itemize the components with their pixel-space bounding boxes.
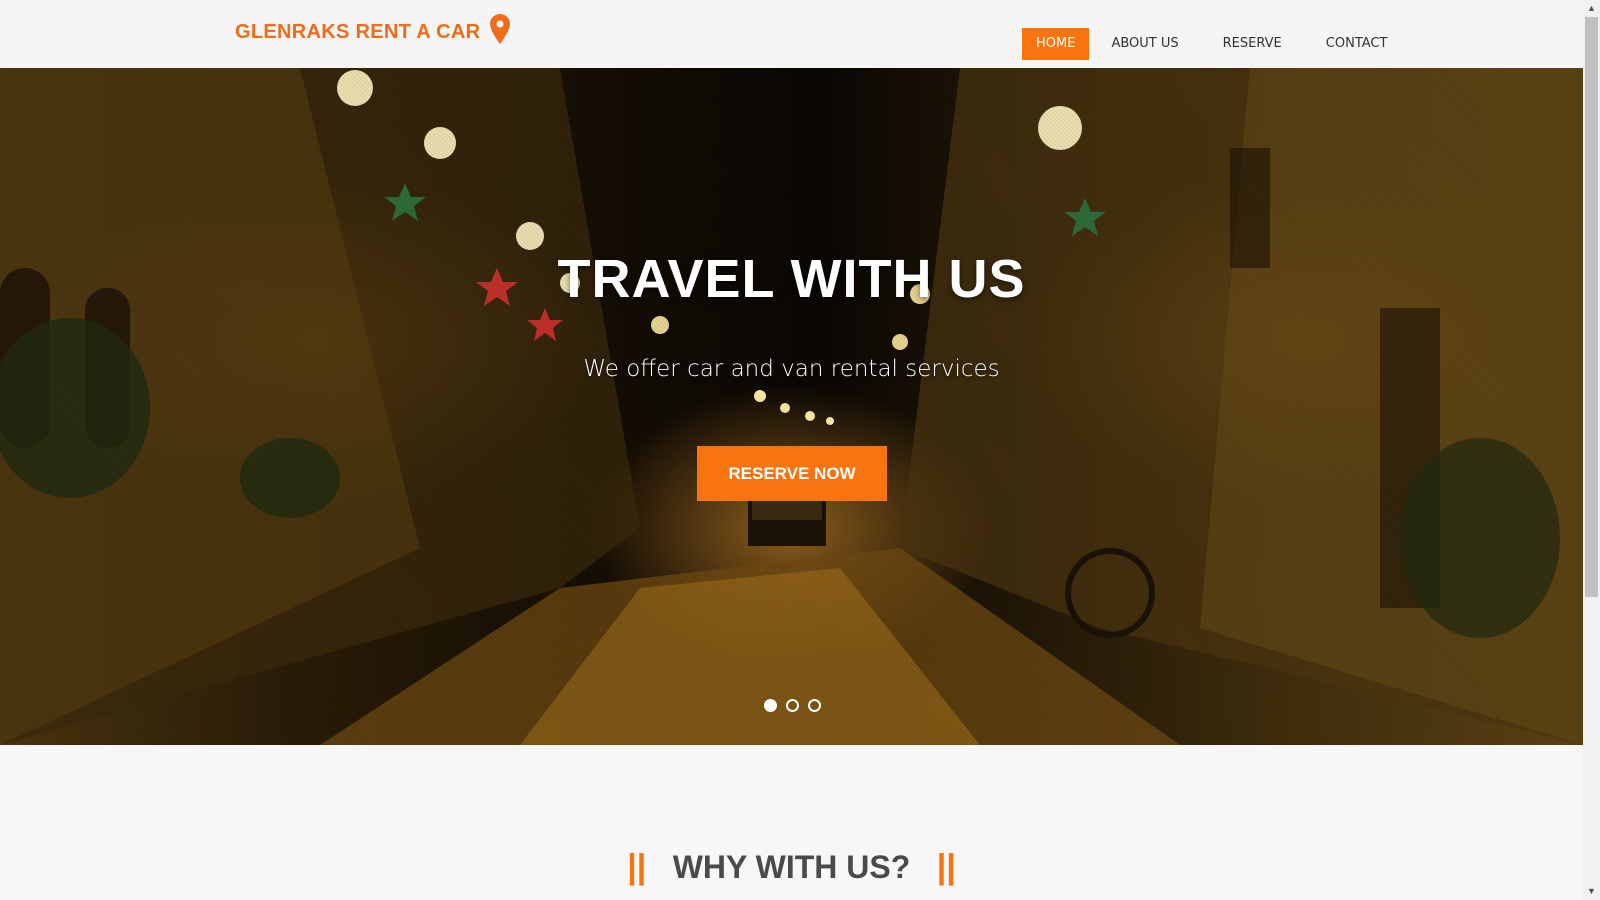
heading-ornament-left: ||	[627, 848, 647, 886]
carousel-dot-3[interactable]	[808, 699, 821, 712]
carousel-dot-1[interactable]	[764, 699, 777, 712]
logo-text: GLENRAKS RENT A CAR	[235, 20, 481, 43]
hero-title: TRAVEL WITH US	[557, 249, 1026, 309]
reserve-now-button[interactable]: RESERVE NOW	[697, 446, 887, 501]
hero-background-image	[0, 68, 1583, 745]
logo[interactable]: GLENRAKS RENT A CAR	[235, 14, 511, 44]
section-heading: || WHY WITH US? ||	[0, 848, 1583, 887]
heading-ornament-right: ||	[936, 848, 956, 886]
nav-home[interactable]: HOME	[1022, 28, 1090, 60]
hero-carousel: TRAVEL WITH US We offer car and van rent…	[0, 68, 1583, 745]
carousel-dot-2[interactable]	[786, 699, 799, 712]
hero-subtitle: We offer car and van rental services	[583, 356, 1000, 382]
scroll-down-arrow-icon[interactable]: ▼	[1583, 883, 1600, 900]
nav-reserve[interactable]: RESERVE	[1209, 28, 1296, 60]
page-scrollbar[interactable]: ▲ ▼	[1583, 0, 1600, 900]
site-header: GLENRAKS RENT A CAR HOME ABOUT US RESERV…	[0, 0, 1583, 68]
nav-contact[interactable]: CONTACT	[1312, 28, 1402, 60]
nav-about-us[interactable]: ABOUT US	[1097, 28, 1192, 60]
carousel-indicators	[764, 699, 830, 712]
main-nav: HOME ABOUT US RESERVE CONTACT	[1022, 28, 1405, 60]
scroll-thumb[interactable]	[1585, 17, 1598, 597]
section-title: WHY WITH US?	[672, 849, 911, 885]
map-pin-icon	[490, 14, 511, 44]
scroll-up-arrow-icon[interactable]: ▲	[1583, 0, 1600, 17]
